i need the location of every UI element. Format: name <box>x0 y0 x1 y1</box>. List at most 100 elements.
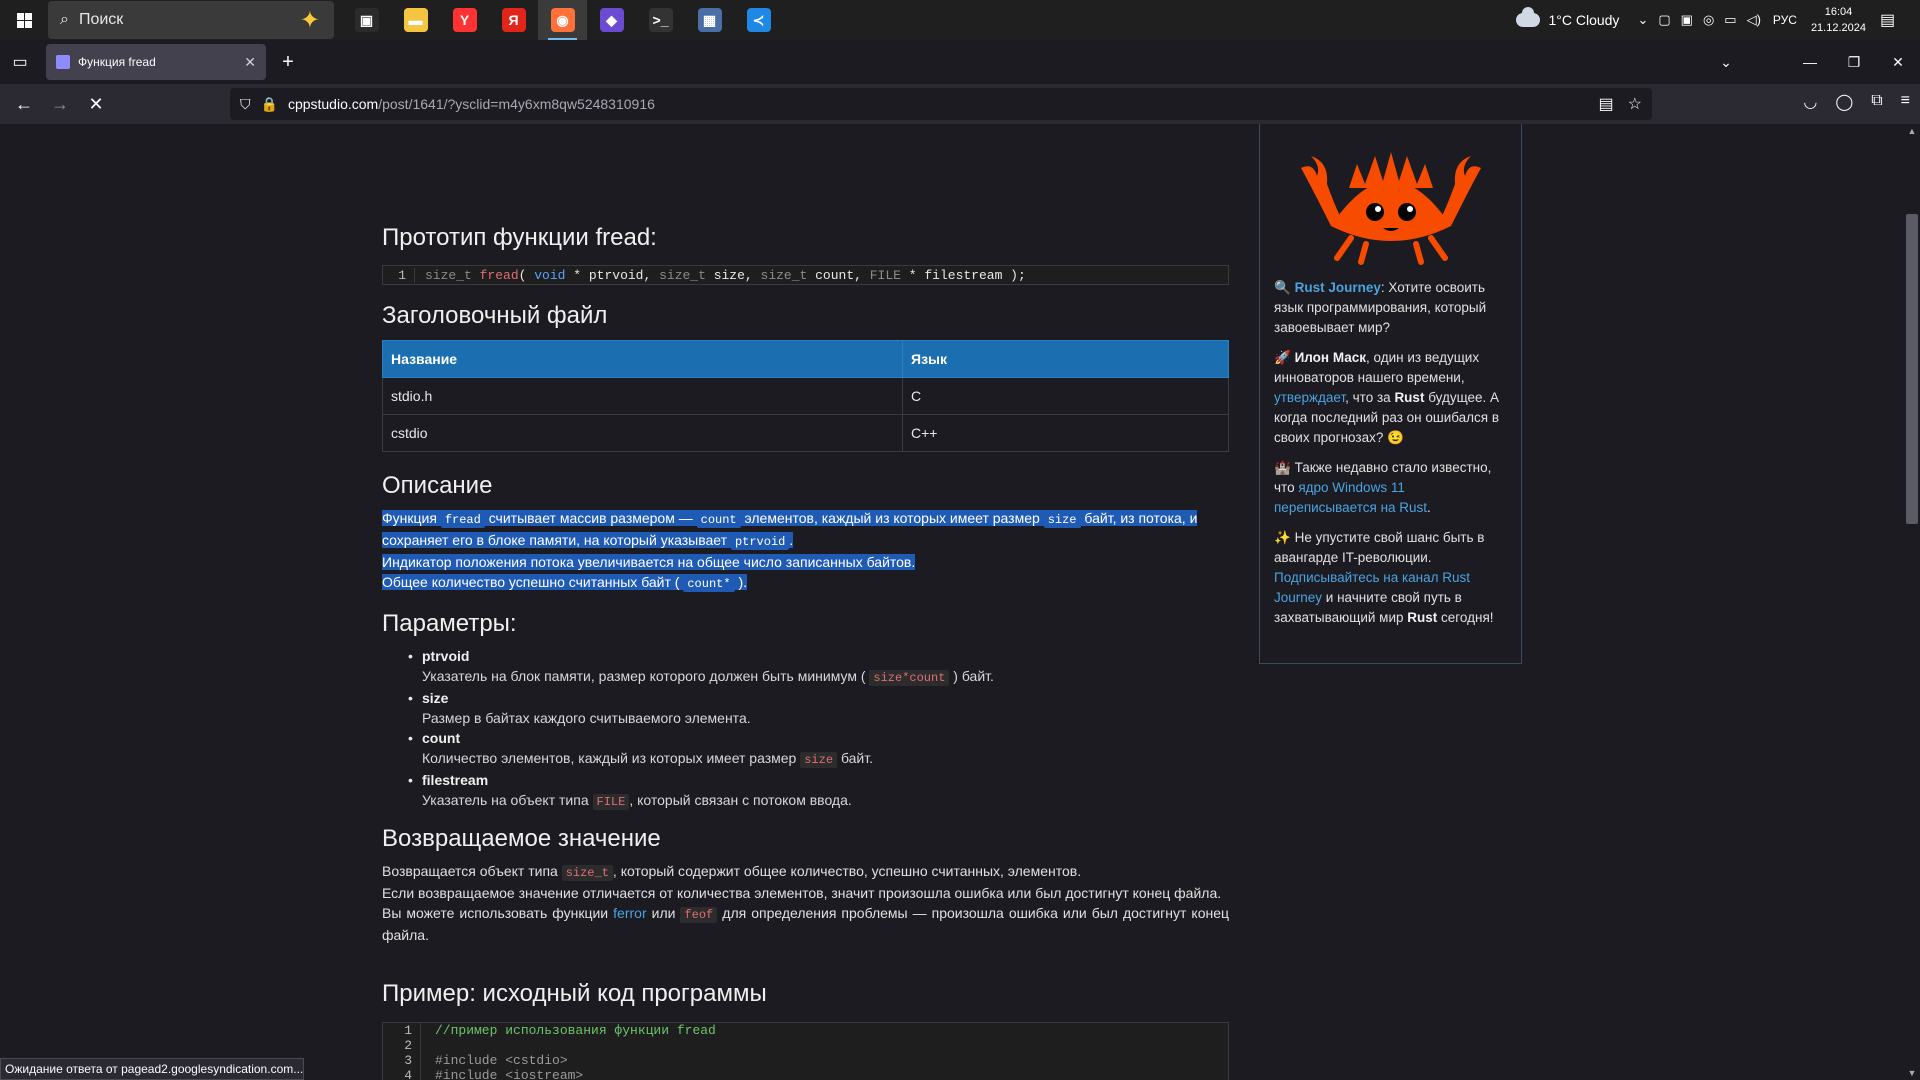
tab-active[interactable]: Функция fread ✕ <box>46 44 266 80</box>
code-text: //пример использования функции fread <box>435 1023 716 1038</box>
yandex-icon: Я <box>501 8 526 32</box>
firefox-view-icon[interactable]: ▭ <box>0 52 40 72</box>
scroll-down-icon[interactable]: ▼ <box>1904 1068 1920 1078</box>
taskbar-apps: ▣ ▬ Y Я ◉ ◆ >_ ▦ ≺ <box>342 0 783 40</box>
network-icon[interactable]: ▭ <box>1724 12 1736 28</box>
return-value-heading: Возвращаемое значение <box>382 825 661 852</box>
restore-button[interactable]: ❐ <box>1832 54 1876 71</box>
code-line: 4 #include <iostream> <box>383 1068 1228 1080</box>
taskbar-search[interactable]: ⌕ Поиск ✦ <box>48 1 334 39</box>
prototype-heading: Прототип функции fread: <box>382 224 657 251</box>
example-heading: Пример: исходный код программы <box>382 980 767 1007</box>
status-bar: Ожидание ответа от pagead2.googlesyndica… <box>0 1058 304 1080</box>
taskbar-task-view[interactable]: ▣ <box>342 0 391 40</box>
cloud-icon <box>1516 7 1541 27</box>
desc-text: ). <box>738 574 748 590</box>
page-scrollbar[interactable]: ▲ ▼ <box>1904 124 1920 1080</box>
tracking-protection-icon[interactable]: ⛉ <box>240 96 251 113</box>
chevron-up-icon[interactable]: ⌄ <box>1637 12 1648 28</box>
clock-date: 21.12.2024 <box>1810 22 1866 34</box>
desc-text: Общее количество успешно считанных байт … <box>382 574 680 590</box>
forward-button[interactable]: → <box>42 94 78 115</box>
desc-text: . <box>789 532 794 548</box>
search-icon: ⌕ <box>60 11 69 28</box>
inline-code: FILE <box>592 794 630 810</box>
volume-icon[interactable]: ◁) <box>1747 12 1761 28</box>
stop-loading-button[interactable]: ✕ <box>78 94 114 115</box>
prototype-code: 1 size_t fread( void * ptrvoid, size_t s… <box>382 265 1229 285</box>
close-window-button[interactable]: ✕ <box>1876 54 1920 71</box>
tray-app-icon-2[interactable]: ▣ <box>1681 12 1693 28</box>
start-button[interactable] <box>0 0 48 40</box>
ferris-crab-icon <box>1300 152 1481 265</box>
close-tab-icon[interactable]: ✕ <box>244 54 256 71</box>
list-all-tabs-icon[interactable]: ⌄ <box>1704 54 1748 71</box>
tab-title: Функция fread <box>78 55 156 69</box>
firefox-icon: ◉ <box>550 8 575 32</box>
calculator-icon: ▦ <box>697 8 722 32</box>
inline-code: size_t <box>561 865 613 881</box>
lock-icon[interactable]: 🔒 <box>261 96 278 113</box>
taskbar-vscode[interactable]: ≺ <box>734 0 783 40</box>
desc-text: Индикатор положения потока увеличивается… <box>382 554 916 570</box>
extensions-icon[interactable]: ⧉ <box>1871 92 1882 112</box>
pocket-icon[interactable]: ◡ <box>1803 92 1817 112</box>
reader-view-icon[interactable]: ▤ <box>1599 94 1614 114</box>
system-tray: 1°C Cloudy ⌄ ▢ ▣ ◎ ▭ ◁) РУС 16:04 21.12.… <box>1516 0 1920 40</box>
weather-widget[interactable]: 1°C Cloudy <box>1516 7 1619 28</box>
desc-text: считывает массив размером — <box>488 510 693 526</box>
inline-code: size <box>800 752 838 768</box>
steam-icon[interactable]: ◎ <box>1703 12 1714 28</box>
ad-link[interactable]: утверждает <box>1274 390 1345 405</box>
ret-text: Вы можете использовать функции <box>382 905 609 921</box>
minimize-button[interactable]: — <box>1788 54 1832 70</box>
inline-code: count* <box>683 576 735 592</box>
clock[interactable]: 16:04 21.12.2024 <box>1811 4 1866 36</box>
table-header-language: Язык <box>902 340 1229 378</box>
taskbar-yandex[interactable]: Я <box>489 0 538 40</box>
copilot-sparkle-icon: ✦ <box>299 7 320 34</box>
list-item: size Размер в байтах каждого считываемог… <box>408 688 1222 728</box>
account-icon[interactable]: ◯ <box>1835 92 1853 112</box>
bookmark-star-icon[interactable]: ☆ <box>1628 94 1642 114</box>
ad-paragraph: 🔍 Rust Journey: Хотите освоить язык прог… <box>1274 278 1507 338</box>
taskbar-firefox[interactable]: ◉ <box>538 0 587 40</box>
taskbar-file-explorer[interactable]: ▬ <box>391 0 440 40</box>
list-item: ptrvoid Указатель на блок памяти, размер… <box>408 646 1222 688</box>
taskbar-terminal[interactable]: >_ <box>636 0 685 40</box>
taskbar-calculator[interactable]: ▦ <box>685 0 734 40</box>
input-language[interactable]: РУС <box>1773 13 1797 27</box>
ret-text: , который содержит общее количество, усп… <box>612 863 1082 879</box>
windows-logo-icon <box>16 12 32 28</box>
ad-paragraph: 🏰 Также недавно стало известно, что ядро… <box>1274 458 1507 518</box>
menu-icon[interactable]: ≡ <box>1901 92 1910 112</box>
scroll-up-icon[interactable]: ▲ <box>1904 126 1920 136</box>
inline-code: size <box>1043 512 1081 528</box>
page-content: Прототип функции fread: 1 size_t fread( … <box>0 124 1904 1080</box>
notification-icon[interactable]: ▤ <box>1880 10 1904 30</box>
param-desc: Указатель на блок памяти, размер которог… <box>422 668 866 684</box>
code-line: 3 #include <cstdio> <box>383 1053 1228 1068</box>
rocket-emoji-icon: 🚀 <box>1274 350 1291 365</box>
param-desc: ) байт. <box>953 668 994 684</box>
ferror-link[interactable]: ferror <box>613 905 646 921</box>
scroll-thumb[interactable] <box>1906 214 1918 524</box>
magnifier-emoji-icon: 🔍 <box>1274 280 1291 295</box>
url-bar[interactable]: ⛉ 🔒 cppstudio.com/post/1641/?ysclid=m4y6… <box>230 88 1652 120</box>
building-emoji-icon: 🏰 <box>1274 460 1291 475</box>
param-name: size <box>422 690 449 706</box>
tray-app-icon[interactable]: ▢ <box>1658 12 1670 28</box>
ad-text: . <box>1427 500 1431 515</box>
description-heading: Описание <box>382 472 493 499</box>
new-tab-button[interactable]: + <box>272 51 304 74</box>
ad-link[interactable]: ядро Windows 11 переписывается на Rust <box>1274 480 1427 515</box>
back-button[interactable]: ← <box>6 94 42 115</box>
param-name: count <box>422 730 461 746</box>
sparkles-emoji-icon: ✨ <box>1274 530 1291 545</box>
taskbar-yandex-browser[interactable]: Y <box>440 0 489 40</box>
table-row: cstdio C++ <box>382 414 1229 452</box>
ad-paragraph: 🚀 Илон Маск, один из ведущих инноваторов… <box>1274 348 1507 448</box>
taskbar-app-purple[interactable]: ◆ <box>587 0 636 40</box>
return-value-text: Возвращается объект типа size_t, который… <box>382 861 1229 945</box>
line-number: 1 <box>383 1023 421 1038</box>
